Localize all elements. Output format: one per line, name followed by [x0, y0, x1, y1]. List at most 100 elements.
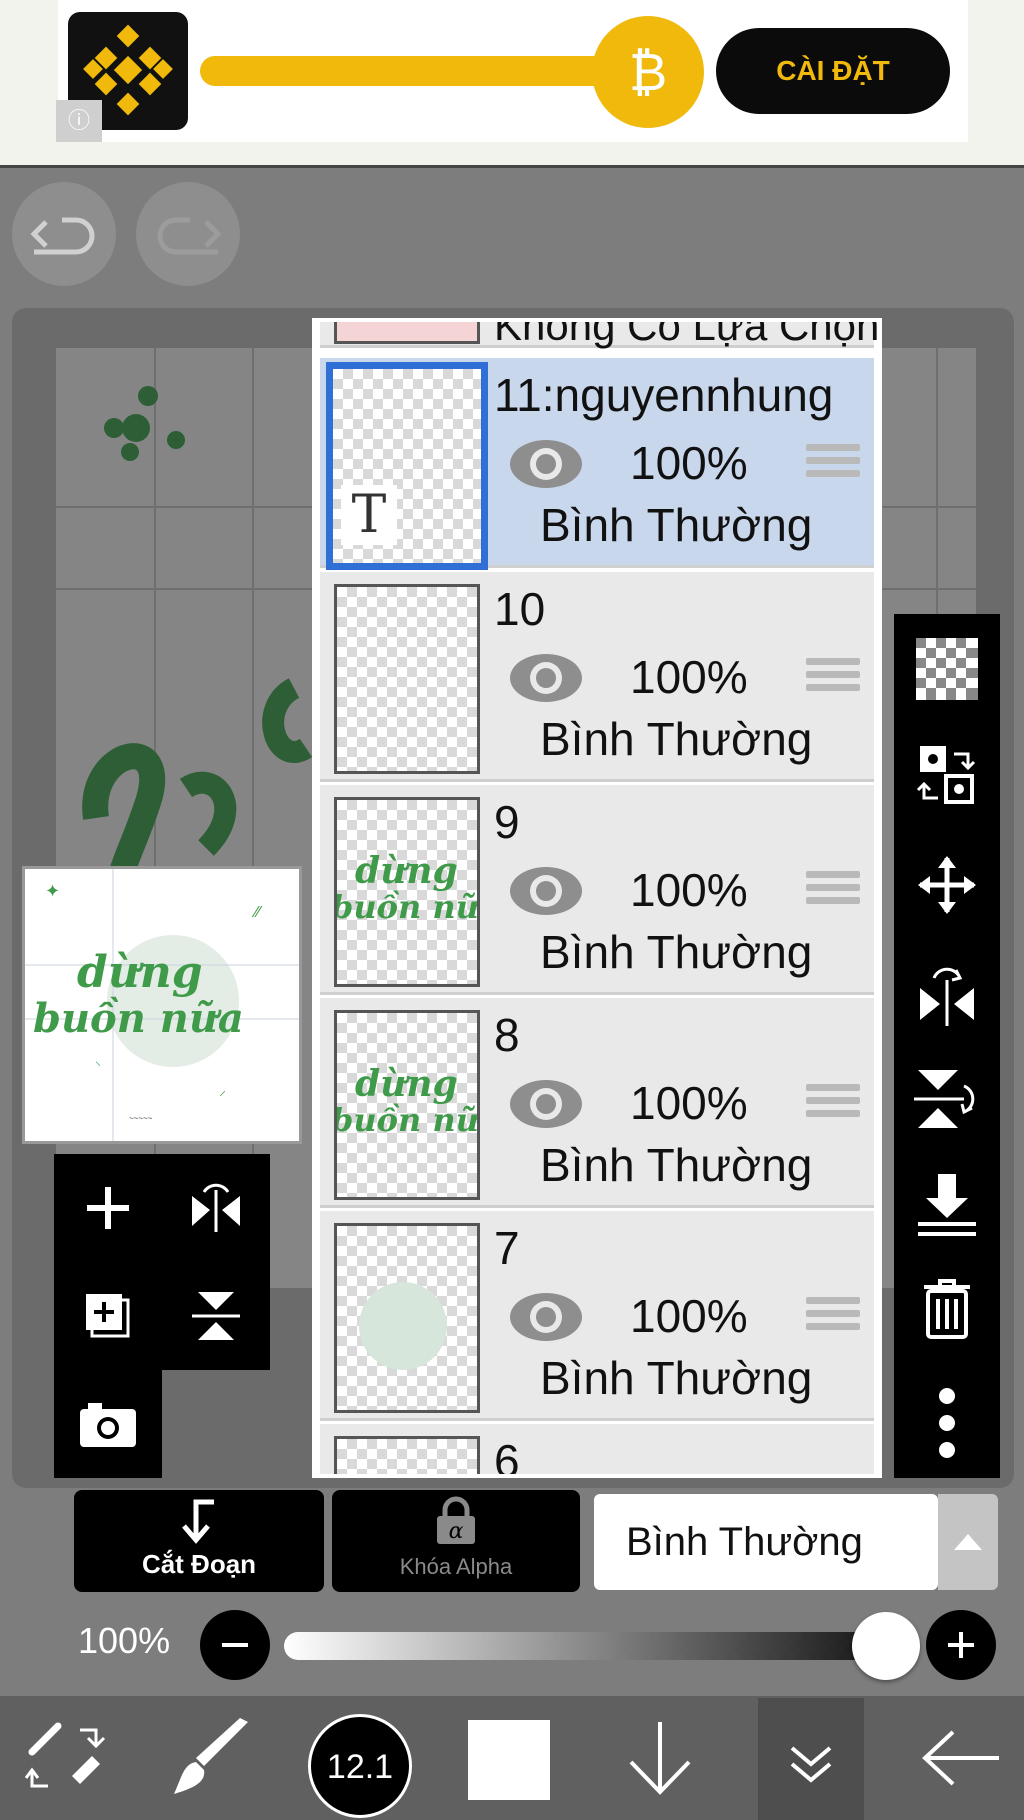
layer-name: 10: [494, 583, 546, 635]
delete-layer-button[interactable]: [894, 1264, 1000, 1354]
drag-handle-icon[interactable]: [806, 444, 860, 484]
flip-vertical-icon: [192, 1292, 240, 1340]
flip-horizontal-icon: [192, 1183, 240, 1232]
svg-text:✦: ✦: [45, 881, 60, 901]
layer-row-selection[interactable]: Không Có Lựa Chọn: [320, 322, 878, 349]
back-button[interactable]: [906, 1696, 1016, 1820]
undo-icon: [30, 217, 95, 255]
clipping-label: Cắt Đoạn: [141, 1549, 257, 1579]
more-options-button[interactable]: [894, 1378, 1000, 1468]
brush-tool-button[interactable]: [160, 1696, 260, 1820]
layer-name: Không Có Lựa Chọn: [494, 318, 880, 349]
redo-icon: [157, 217, 222, 255]
visibility-eye-icon[interactable]: [508, 865, 584, 917]
layer-row[interactable]: 7 100% Bình Thường: [320, 1211, 874, 1421]
chevron-up-icon: [954, 1534, 982, 1550]
layer-opacity: 100%: [630, 1077, 748, 1129]
layer-row[interactable]: 6: [320, 1424, 874, 1478]
canvas-preview[interactable]: ✦ ⁄⁄ ⸝ ⸜ ~~~~~ dừng buồn nữa: [22, 866, 302, 1144]
minus-icon: [222, 1643, 248, 1647]
flip-vertical-button[interactable]: [894, 1054, 1000, 1144]
layer-thumbnail: [334, 1223, 480, 1413]
layer-blend-mode: Bình Thường: [540, 1352, 813, 1404]
flip-horizontal-button[interactable]: [162, 1154, 270, 1262]
add-layer-button[interactable]: [54, 1154, 162, 1262]
blend-mode-select[interactable]: Bình Thường: [594, 1494, 938, 1590]
blend-mode-dropdown-button[interactable]: [938, 1494, 998, 1590]
undo-button[interactable]: [12, 182, 116, 286]
svg-text:⸝: ⸝: [219, 1082, 226, 1098]
bitcoin-symbol-icon: ₿: [629, 43, 668, 103]
brush-size-button[interactable]: 12.1: [308, 1714, 412, 1818]
visibility-eye-icon[interactable]: [508, 1291, 584, 1343]
layer-blend-mode: Bình Thường: [540, 1139, 813, 1191]
redo-button[interactable]: [136, 182, 240, 286]
info-icon[interactable]: ⓘ: [56, 100, 102, 142]
layer-name: 6: [494, 1435, 520, 1478]
flip-horizontal-icon: [920, 967, 974, 1026]
move-button[interactable]: [894, 840, 1000, 930]
layer-name: 8: [494, 1009, 520, 1061]
move-layer-down-button[interactable]: [610, 1696, 710, 1820]
opacity-slider-handle[interactable]: [852, 1612, 920, 1680]
ad-banner[interactable]: ⓘ ₿ CÀI ĐẶT: [0, 0, 1024, 168]
layers-panel[interactable]: Không Có Lựa Chọn T 11:nguyennhung 100% …: [312, 318, 882, 1478]
layer-row[interactable]: T 11:nguyennhung 100% Bình Thường: [320, 358, 874, 570]
layer-name: 7: [494, 1222, 520, 1274]
opacity-increase-button[interactable]: [926, 1610, 996, 1680]
visibility-eye-icon[interactable]: [508, 438, 584, 490]
camera-icon: [80, 1403, 136, 1447]
layer-actions-left: [54, 1154, 270, 1478]
more-vertical-icon: [939, 1388, 955, 1458]
layer-row[interactable]: dừng buồn nữa 9 100% Bình Thường: [320, 785, 874, 995]
opacity-slider[interactable]: [284, 1632, 902, 1660]
drag-handle-icon[interactable]: [806, 1297, 860, 1337]
layer-blend-mode: Bình Thường: [540, 713, 813, 765]
layer-row[interactable]: dừng buồn nữa 8 100% Bình Thường: [320, 998, 874, 1208]
duplicate-layer-button[interactable]: [54, 1262, 162, 1370]
color-picker-button[interactable]: [468, 1720, 550, 1800]
camera-button[interactable]: [54, 1370, 162, 1478]
layer-blend-mode: Bình Thường: [540, 926, 813, 978]
alpha-lock-label: Khóa Alpha: [399, 1554, 513, 1579]
drag-handle-icon[interactable]: [806, 1084, 860, 1124]
merge-down-button[interactable]: [894, 1160, 1000, 1250]
arrow-left-icon: [922, 1730, 999, 1786]
svg-text:α: α: [449, 1519, 464, 1544]
flip-horizontal-button[interactable]: [894, 950, 1000, 1040]
duplicate-icon: [86, 1294, 130, 1338]
opacity-decrease-button[interactable]: [200, 1610, 270, 1680]
alpha-lock-button[interactable]: α Khóa Alpha: [332, 1490, 580, 1592]
svg-text:⁄⁄: ⁄⁄: [251, 904, 263, 921]
flip-vertical-button[interactable]: [162, 1262, 270, 1370]
visibility-eye-icon[interactable]: [508, 652, 584, 704]
clipping-button[interactable]: Cắt Đoạn: [74, 1490, 324, 1592]
ad-slider-track: [200, 56, 660, 86]
opacity-value: 100%: [78, 1620, 171, 1661]
transparency-button[interactable]: [894, 624, 1000, 714]
layer-thumbnail: [334, 584, 480, 774]
clipping-arrow-icon: [182, 1499, 214, 1544]
swap-select-button[interactable]: [894, 730, 1000, 820]
visibility-eye-icon[interactable]: [508, 1078, 584, 1130]
layer-thumbnail: dừng buồn nữa: [334, 1010, 480, 1200]
drag-handle-icon[interactable]: [806, 871, 860, 911]
bitcoin-icon[interactable]: ₿: [592, 16, 704, 128]
install-button[interactable]: CÀI ĐẶT: [716, 28, 950, 114]
thumb-text-line1: dừng: [355, 850, 458, 892]
layer-opacity: 100%: [630, 1290, 748, 1342]
layer-blend-mode: Bình Thường: [540, 499, 813, 551]
arrow-down-icon: [629, 1722, 691, 1795]
layer-name: 11:nguyennhung: [494, 369, 834, 421]
layer-row[interactable]: 10 100% Bình Thường: [320, 572, 874, 782]
tool-switch-button[interactable]: [14, 1696, 114, 1820]
svg-text:~~~~~: ~~~~~: [129, 1114, 153, 1123]
drag-handle-icon[interactable]: [806, 658, 860, 698]
preview-text-line1: dừng: [77, 947, 203, 998]
svg-text:⸜: ⸜: [95, 1054, 101, 1068]
layers-button[interactable]: [758, 1698, 864, 1820]
layer-thumbnail: dừng buồn nữa: [334, 797, 480, 987]
swap-layers-icon: [916, 746, 976, 804]
layer-opacity: 100%: [630, 651, 748, 703]
text-layer-icon: T: [341, 485, 397, 545]
